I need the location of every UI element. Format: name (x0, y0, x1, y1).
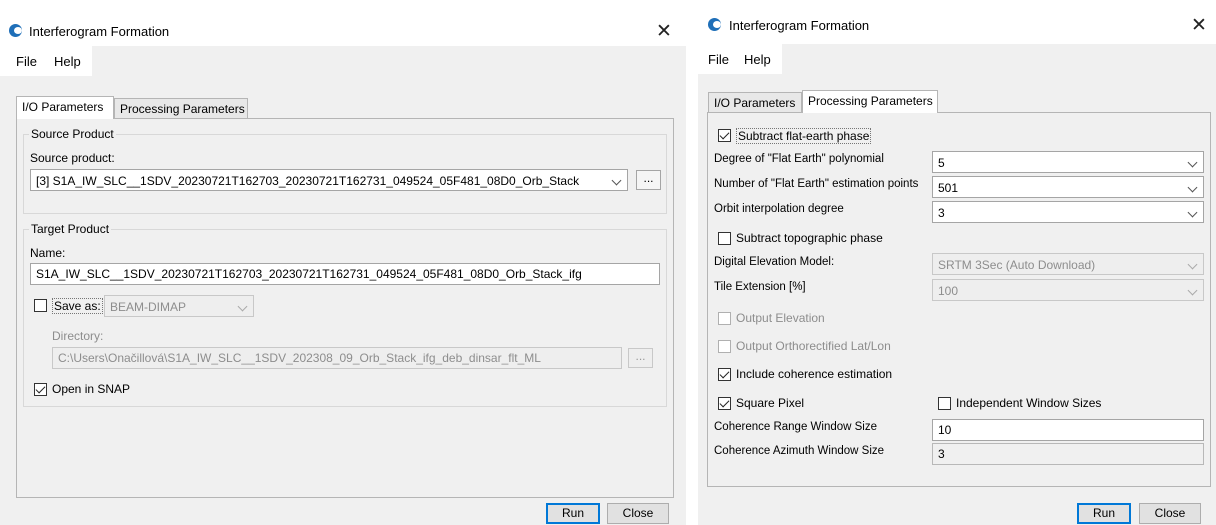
right-menubar-fill (782, 44, 1216, 74)
source-product-group-title: Source Product (29, 127, 116, 141)
source-product-group: Source Product Source product: [3] S1A_I… (23, 127, 667, 214)
right-close-icon[interactable]: ✕ (1191, 16, 1207, 35)
left-run-button[interactable]: Run (546, 503, 600, 524)
right-tab-processing-parameters[interactable]: Processing Parameters (802, 90, 938, 113)
left-menu-help[interactable]: Help (54, 54, 81, 69)
tile-extension-label: Tile Extension [%] (714, 281, 806, 293)
tile-extension-value: 100 (938, 284, 959, 298)
save-format-selected: BEAM-DIMAP (110, 300, 187, 314)
orbit-interp-degree-dropdown[interactable]: 3 (932, 201, 1204, 223)
chevron-down-icon (237, 301, 248, 312)
degree-flat-earth-dropdown[interactable]: 5 (932, 151, 1204, 173)
snap-app-icon (9, 24, 22, 37)
tile-extension-dropdown[interactable]: 100 (932, 279, 1204, 301)
right-run-button[interactable]: Run (1077, 503, 1131, 524)
right-title-bar: Interferogram Formation ✕ (698, 0, 1216, 46)
chevron-down-icon (611, 175, 622, 186)
estimation-points-dropdown[interactable]: 501 (932, 176, 1204, 198)
square-pixel-label: Square Pixel (736, 396, 805, 410)
output-ortho-label: Output Orthorectified Lat/Lon (736, 339, 891, 353)
source-product-dropdown[interactable]: [3] S1A_IW_SLC__1SDV_20230721T162703_202… (30, 169, 628, 191)
save-as-checkbox[interactable] (34, 299, 47, 312)
left-window-title: Interferogram Formation (29, 24, 170, 39)
coh-range-input[interactable]: 10 (932, 419, 1204, 441)
subtract-topo-label: Subtract topographic phase (736, 231, 883, 245)
chevron-down-icon (1187, 259, 1198, 270)
open-in-snap-checkbox[interactable] (34, 383, 47, 396)
estimation-points-label: Number of "Flat Earth" estimation points (714, 178, 919, 190)
target-name-input[interactable]: S1A_IW_SLC__1SDV_20230721T162703_2023072… (30, 263, 660, 285)
chevron-down-icon (1187, 157, 1198, 168)
left-close-button[interactable]: Close (607, 503, 669, 524)
estimation-points-value: 501 (938, 181, 959, 195)
chevron-down-icon (1187, 207, 1198, 218)
coh-azimuth-label: Coherence Azimuth Window Size (714, 445, 885, 457)
orbit-interp-degree-value: 3 (938, 206, 945, 220)
include-coherence-label: Include coherence estimation (736, 367, 893, 381)
orbit-interp-degree-label: Orbit interpolation degree (714, 203, 844, 215)
left-menubar-fill (92, 46, 686, 76)
directory-input[interactable]: C:\Users\Onačillová\S1A_IW_SLC__1SDV_202… (52, 347, 622, 369)
right-processing-panel: Subtract flat-earth phase Degree of "Fla… (707, 112, 1211, 487)
snap-app-icon (708, 18, 721, 31)
save-as-label: Save as: (52, 298, 103, 314)
save-format-dropdown[interactable]: BEAM-DIMAP (104, 295, 254, 317)
left-tab-io-parameters[interactable]: I/O Parameters (16, 96, 114, 119)
coh-range-label: Coherence Range Window Size (714, 421, 878, 433)
subtract-flat-earth-checkbox[interactable] (718, 129, 731, 142)
right-window-title: Interferogram Formation (729, 18, 870, 33)
left-dialog-window: Interferogram Formation ✕ File Help I/O … (0, 0, 686, 525)
subtract-topo-checkbox[interactable] (718, 232, 731, 245)
source-product-browse-button[interactable]: ... (636, 170, 661, 190)
output-ortho-checkbox[interactable] (718, 340, 731, 353)
dem-dropdown[interactable]: SRTM 3Sec (Auto Download) (932, 253, 1204, 275)
chevron-down-icon (1187, 182, 1198, 193)
output-elevation-label: Output Elevation (736, 311, 825, 325)
right-close-button[interactable]: Close (1139, 503, 1201, 524)
chevron-down-icon (1187, 285, 1198, 296)
source-product-label: Source product: (30, 151, 115, 165)
dem-value: SRTM 3Sec (Auto Download) (938, 258, 1096, 272)
right-menu-bar: File Help (698, 44, 1216, 74)
output-elevation-checkbox[interactable] (718, 312, 731, 325)
subtract-flat-earth-label-text: Subtract flat-earth phase (738, 129, 870, 143)
directory-browse-button[interactable]: ... (628, 348, 653, 368)
left-io-panel: Source Product Source product: [3] S1A_I… (16, 118, 674, 498)
save-as-label-text: Save as: (54, 299, 101, 313)
target-product-group: Target Product Name: S1A_IW_SLC__1SDV_20… (23, 222, 667, 407)
square-pixel-checkbox[interactable] (718, 397, 731, 410)
include-coherence-checkbox[interactable] (718, 368, 731, 381)
source-product-selected: [3] S1A_IW_SLC__1SDV_20230721T162703_202… (36, 174, 580, 188)
right-tab-io-parameters[interactable]: I/O Parameters (708, 92, 802, 113)
target-name-label: Name: (30, 246, 66, 260)
degree-flat-earth-value: 5 (938, 156, 945, 170)
right-dialog-window: Interferogram Formation ✕ File Help I/O … (698, 0, 1216, 525)
coh-azimuth-input[interactable]: 3 (932, 443, 1204, 465)
independent-windows-checkbox[interactable] (938, 397, 951, 410)
dem-label: Digital Elevation Model: (714, 256, 835, 268)
left-title-bar: Interferogram Formation ✕ (0, 0, 686, 46)
degree-flat-earth-label: Degree of "Flat Earth" polynomial (714, 153, 884, 165)
left-tab-processing-parameters[interactable]: Processing Parameters (114, 98, 248, 119)
open-in-snap-label: Open in SNAP (52, 382, 131, 396)
left-menu-bar: File Help (0, 46, 686, 76)
directory-label: Directory: (52, 329, 104, 343)
subtract-flat-earth-label: Subtract flat-earth phase (736, 128, 872, 144)
right-menu-file[interactable]: File (708, 52, 729, 67)
target-product-group-title: Target Product (29, 222, 112, 236)
left-menu-file[interactable]: File (16, 54, 37, 69)
left-close-icon[interactable]: ✕ (656, 22, 672, 41)
right-menu-help[interactable]: Help (744, 52, 771, 67)
independent-windows-label: Independent Window Sizes (956, 396, 1102, 410)
